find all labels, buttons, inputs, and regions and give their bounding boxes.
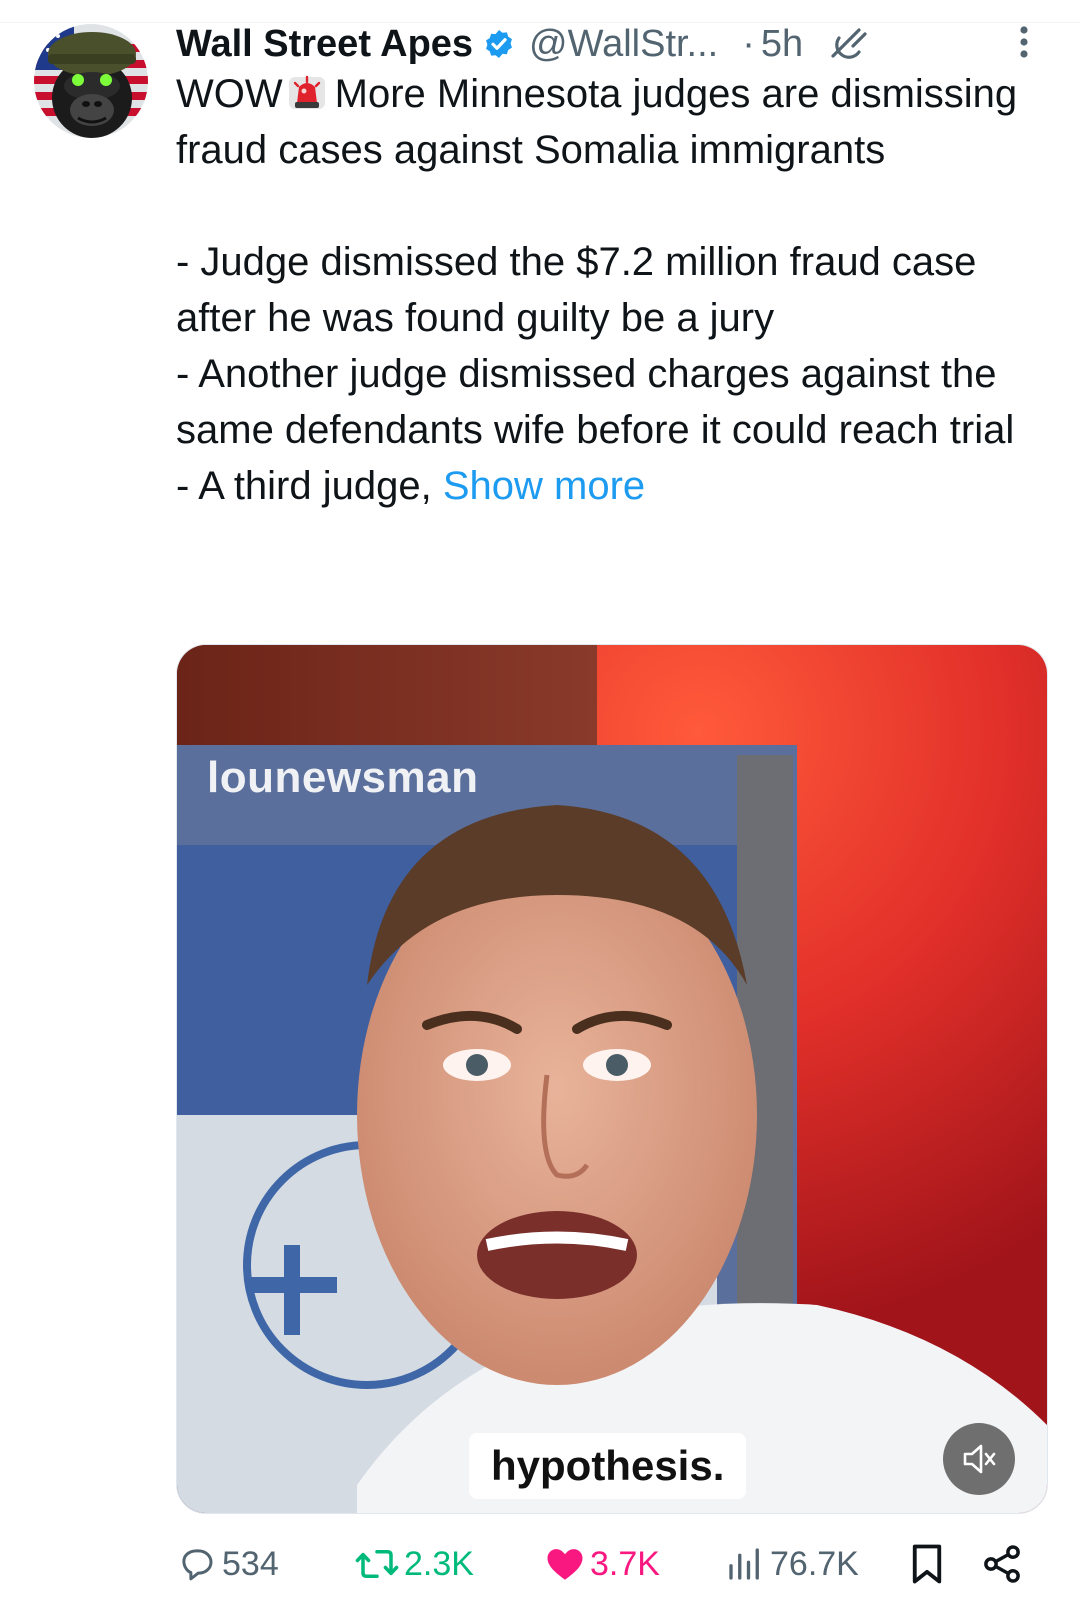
- video-watermark: lounewsman: [207, 753, 479, 802]
- repost-icon: [355, 1550, 399, 1578]
- reply-icon: [182, 1549, 213, 1581]
- post-header: Wall Street Apes @WallStr... · 5h: [176, 16, 871, 72]
- action-bar: 534 2.3K 3.7K 76.7K: [176, 1534, 1056, 1594]
- post-time[interactable]: 5h: [761, 23, 803, 66]
- bookmark-icon: [912, 1544, 942, 1584]
- author-display-name[interactable]: Wall Street Apes: [176, 23, 473, 66]
- speaker-muted-icon: [963, 1444, 996, 1474]
- show-more-link[interactable]: Show more: [443, 464, 645, 508]
- like-count: 3.7K: [590, 1544, 660, 1583]
- video-caption: hypothesis.: [469, 1433, 747, 1499]
- repost-button[interactable]: 2.3K: [354, 1534, 474, 1594]
- views-count: 76.7K: [770, 1544, 859, 1583]
- more-vertical-icon[interactable]: [1012, 22, 1036, 62]
- grok-icon[interactable]: [825, 24, 871, 64]
- police-light-emoji-icon: [287, 72, 327, 112]
- share-button[interactable]: [980, 1534, 1028, 1594]
- bookmark-button[interactable]: [906, 1534, 952, 1594]
- text-bullet-3-start: - A third judge,: [176, 464, 432, 508]
- repost-count: 2.3K: [404, 1544, 474, 1583]
- text-intro: WOW More Minnesota judges are dismissing…: [176, 66, 1036, 178]
- heart-icon: [547, 1549, 583, 1580]
- avatar[interactable]: [34, 24, 148, 138]
- text-bullet-3: - A third judge, Show more: [176, 458, 1036, 514]
- text-bullet-1: - Judge dismissed the $7.2 million fraud…: [176, 240, 977, 340]
- avatar-gorilla-image: [34, 24, 148, 138]
- views-button[interactable]: 76.7K: [724, 1534, 859, 1594]
- text-bullet-2: - Another judge dismissed charges agains…: [176, 352, 1015, 452]
- reply-button[interactable]: 534: [176, 1534, 279, 1594]
- separator-dot: ·: [742, 22, 755, 65]
- text-wow: WOW: [176, 72, 283, 116]
- reply-count: 534: [222, 1544, 279, 1583]
- verified-badge-icon: [483, 28, 515, 60]
- author-handle[interactable]: @WallStr...: [529, 23, 718, 66]
- post-text: WOW More Minnesota judges are dismissing…: [176, 66, 1036, 514]
- like-button[interactable]: 3.7K: [544, 1534, 660, 1594]
- share-icon: [984, 1545, 1020, 1583]
- video-player[interactable]: lounewsman hypothesis.: [176, 644, 1048, 1514]
- views-icon: [729, 1548, 759, 1580]
- mute-button[interactable]: [943, 1423, 1015, 1495]
